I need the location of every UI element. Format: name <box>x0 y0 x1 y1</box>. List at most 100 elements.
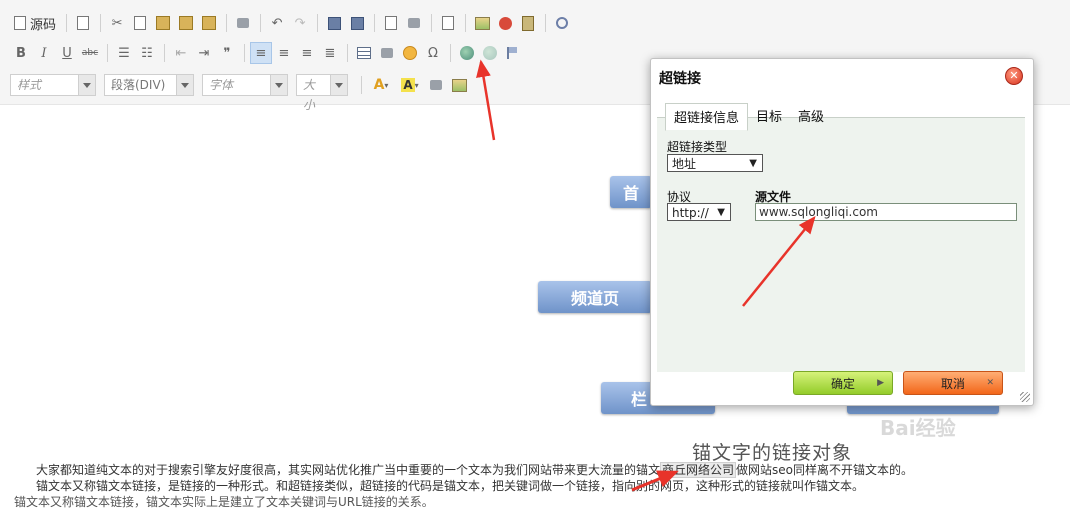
node-label: 栏 <box>631 390 648 409</box>
media-button[interactable] <box>517 12 539 34</box>
align-justify-icon: ≣ <box>324 45 336 61</box>
align-left-button[interactable]: ≡ <box>250 42 272 64</box>
source-label: 源码 <box>30 17 57 33</box>
anchor-button[interactable] <box>502 42 524 64</box>
chevron-down-icon <box>270 75 287 95</box>
para-text: 锚文本又称锚文本链接，锚文本实际上是建立了文本关键词与URL链接的关系。 <box>14 495 434 509</box>
bg-color-button[interactable]: A ▾ <box>396 74 424 96</box>
special-char-button[interactable]: Ω <box>422 42 444 64</box>
cut-button[interactable]: ✂ <box>106 12 128 34</box>
para-line: 大家都知道纯文本的对于搜索引擎友好度很高，其实网站优化推广当中重要的一个文本为我… <box>0 462 1070 478</box>
maximize-button[interactable] <box>551 12 573 34</box>
hyperlink-dialog: 超链接 ✕ 超链接类型 地址 ▼ 协议 http:// ▼ 源文件 www.sq… <box>650 58 1034 406</box>
scissors-icon: ✂ <box>111 15 123 31</box>
new-page-button[interactable] <box>72 12 94 34</box>
indent-button[interactable]: ⇥ <box>193 42 215 64</box>
align-center-button[interactable]: ≡ <box>273 42 295 64</box>
link-button[interactable] <box>456 42 478 64</box>
separator <box>107 44 108 62</box>
url-input[interactable]: www.sqlongliqi.com <box>755 203 1017 221</box>
print-button[interactable] <box>232 12 254 34</box>
bg-color-icon: A <box>401 78 415 92</box>
font-combo[interactable]: 字体 <box>202 74 288 96</box>
select-all-button[interactable] <box>380 12 402 34</box>
remove-format-button[interactable] <box>403 12 425 34</box>
preview-button[interactable] <box>448 74 470 96</box>
link-type-select[interactable]: 地址 ▼ <box>667 154 763 172</box>
unlink-globe-icon <box>483 46 497 60</box>
table-button[interactable] <box>353 42 375 64</box>
font-combo-label: 字体 <box>209 78 234 92</box>
protocol-select[interactable]: http:// ▼ <box>667 203 731 221</box>
numbered-list-button[interactable]: ☰ <box>113 42 135 64</box>
size-combo[interactable]: 大小 <box>296 74 348 112</box>
paste-button[interactable] <box>152 12 174 34</box>
ok-button[interactable]: 确定 ▶ <box>793 371 893 395</box>
paragraph-combo[interactable]: 段落(DIV) <box>104 74 194 96</box>
flash-button[interactable] <box>494 12 516 34</box>
redo-icon: ↷ <box>294 15 306 31</box>
smiley-button[interactable] <box>399 42 421 64</box>
style-combo-label: 样式 <box>17 78 42 92</box>
paste-word-button[interactable] <box>198 12 220 34</box>
cancel-button[interactable]: 取消 ✕ <box>903 371 1003 395</box>
text-color-icon: A <box>373 77 385 93</box>
bulleted-list-button[interactable]: ☷ <box>136 42 158 64</box>
resize-handle[interactable] <box>1020 392 1030 402</box>
replace-button[interactable] <box>346 12 368 34</box>
strike-button[interactable]: abc <box>79 42 101 64</box>
format-painter-button[interactable] <box>425 74 447 96</box>
paste-text-icon <box>179 16 194 30</box>
style-combo[interactable]: 样式 <box>10 74 96 96</box>
tab-link-info[interactable]: 超链接信息 <box>665 103 749 131</box>
blockquote-button[interactable]: ❞ <box>216 42 238 64</box>
align-left-icon: ≡ <box>255 45 267 61</box>
node-label: 首 <box>622 184 639 203</box>
redo-button[interactable]: ↷ <box>289 12 311 34</box>
paste-text-button[interactable] <box>175 12 197 34</box>
link-globe-icon <box>460 46 474 60</box>
text-color-button[interactable]: A ▾ <box>367 74 395 96</box>
ok-label: 确定 <box>830 376 855 391</box>
underline-button[interactable]: U <box>56 42 78 64</box>
copy-button[interactable] <box>129 12 151 34</box>
preview-icon <box>451 78 467 92</box>
smiley-icon <box>403 46 417 60</box>
align-justify-button[interactable]: ≣ <box>319 42 341 64</box>
tab-advanced[interactable]: 高级 <box>790 103 832 131</box>
source-button[interactable]: 源码 <box>10 12 60 34</box>
selected-anchor-text[interactable]: 商丘网络公司 <box>660 462 737 478</box>
para-text: 锚文本又称锚文本链接，是链接的一种形式。和超链接类似，超链接的代码是锚文本，把关… <box>36 479 865 493</box>
para-text: 大家都知道纯文本的对于搜索引擎友好度很高，其实网站优化推广当中重要的一个文本为我… <box>36 463 661 477</box>
undo-button[interactable]: ↶ <box>266 12 288 34</box>
eraser-icon <box>408 18 421 28</box>
spellcheck-button[interactable] <box>437 12 459 34</box>
horizontal-rule-icon <box>381 48 393 58</box>
link-type-label: 超链接类型 <box>667 140 728 154</box>
separator <box>260 14 262 32</box>
unlink-button[interactable] <box>479 42 501 64</box>
copy-icon <box>134 16 147 30</box>
source-icon <box>14 16 26 30</box>
outdent-button[interactable]: ⇤ <box>170 42 192 64</box>
image-button[interactable] <box>471 12 493 34</box>
link-type-value: 地址 <box>672 157 697 171</box>
diagram-node-channel: 频道页 <box>538 281 652 313</box>
italic-button[interactable]: I <box>33 42 55 64</box>
horizontal-rule-button[interactable] <box>376 42 398 64</box>
align-right-button[interactable]: ≡ <box>296 42 318 64</box>
strike-icon: abc <box>81 48 99 58</box>
maximize-icon <box>556 17 569 29</box>
italic-icon: I <box>41 45 47 61</box>
close-icon[interactable]: ✕ <box>1005 67 1023 85</box>
tab-target[interactable]: 目标 <box>748 103 790 131</box>
print-icon <box>237 18 250 28</box>
dialog-title: 超链接 <box>659 71 701 87</box>
bold-button[interactable]: B <box>10 42 32 64</box>
underline-icon: U <box>62 45 72 61</box>
find-button[interactable] <box>323 12 345 34</box>
editor-paragraph: 大家都知道纯文本的对于搜索引擎友好度很高，其实网站优化推广当中重要的一个文本为我… <box>0 462 1070 510</box>
separator <box>347 44 348 62</box>
separator <box>374 14 376 32</box>
outdent-icon: ⇤ <box>175 45 187 61</box>
